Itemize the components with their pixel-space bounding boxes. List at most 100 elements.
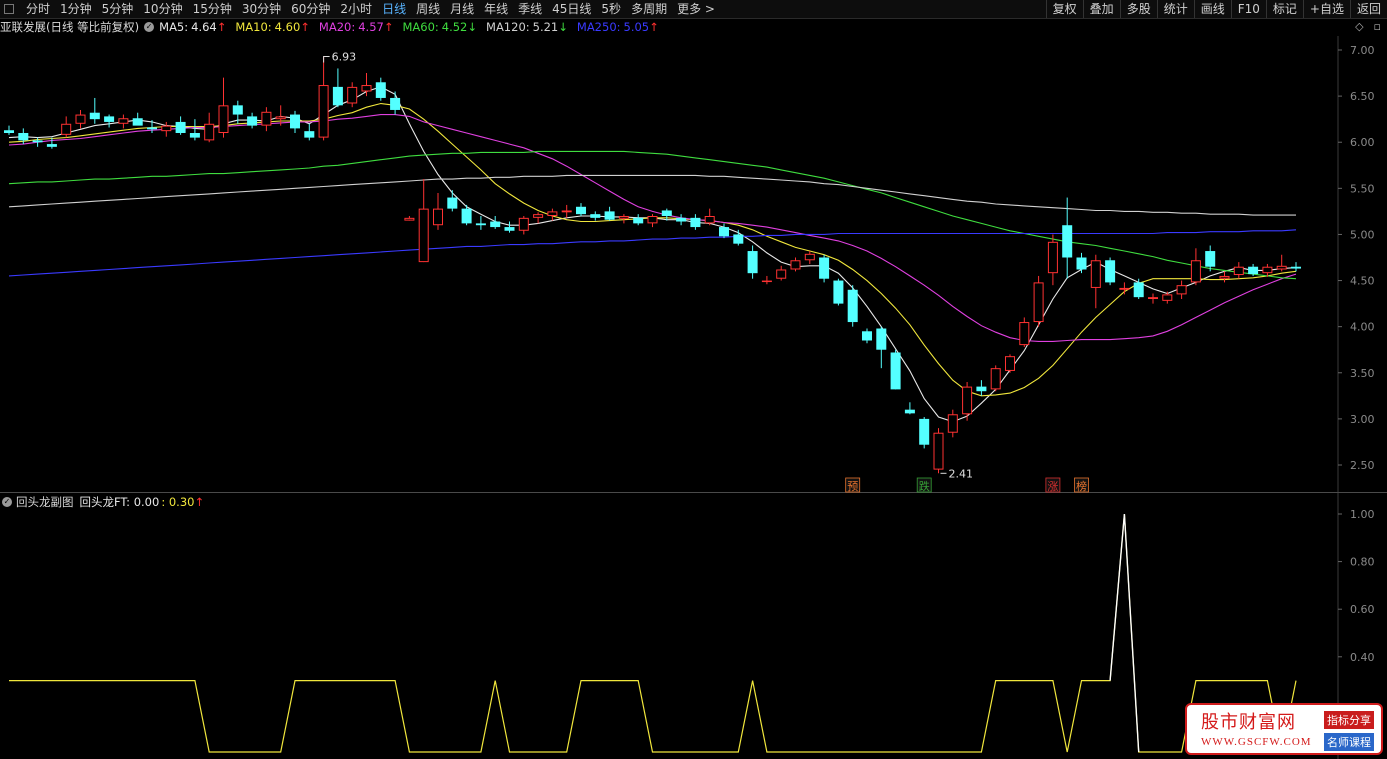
candle-body <box>1162 294 1173 301</box>
candle-body <box>1233 266 1244 276</box>
candle-body <box>75 114 86 124</box>
candle-body <box>275 116 286 120</box>
candle-body <box>1090 260 1101 288</box>
candle-body <box>247 116 258 126</box>
candle-body <box>332 86 343 106</box>
candle-body <box>1019 322 1030 346</box>
candle-body <box>232 105 243 115</box>
candle-body <box>547 211 558 216</box>
candle-body <box>718 227 730 237</box>
candle-body <box>1248 266 1259 275</box>
sub-y-tick-label: 0.80 <box>1350 556 1375 569</box>
candle-body <box>776 269 787 279</box>
candle-body <box>904 409 915 414</box>
candle-body <box>733 234 744 244</box>
candle-body <box>390 97 401 110</box>
candle-body <box>847 289 858 323</box>
candle-body <box>218 105 229 134</box>
candle-body <box>919 418 930 445</box>
watermark-tag-share: 指标分享 <box>1324 711 1374 729</box>
y-tick-label: 2.50 <box>1350 459 1375 472</box>
candle-body <box>647 216 658 224</box>
candle-body <box>46 144 57 147</box>
sub-y-tick-label: 1.00 <box>1350 508 1375 521</box>
candle-body <box>318 85 329 138</box>
ma-line-ma5 <box>8 86 1297 423</box>
candle-body <box>947 414 958 433</box>
signal-peak-line <box>1109 513 1140 753</box>
candle-body <box>661 210 672 216</box>
candle-body <box>590 214 601 218</box>
candle-body <box>804 253 815 261</box>
low-label: 2.41 <box>949 467 974 480</box>
candle-body <box>1076 257 1087 270</box>
candle-body <box>1147 297 1159 299</box>
candle-body <box>104 116 115 122</box>
candle-body <box>189 133 200 138</box>
watermark-logo: 股市财富网 WWW.GSCFW.COM 指标分享 名师课程 <box>1185 703 1383 755</box>
y-tick-label: 5.00 <box>1350 228 1375 241</box>
high-label: 6.93 <box>332 50 357 63</box>
candle-body <box>518 217 529 231</box>
candle-body <box>690 217 701 228</box>
kline-chart[interactable]: 7.00 6.50 6.00 5.50 5.00 4.50 4.00 3.50 3.00 2.50… <box>0 0 1387 759</box>
candle-body <box>1205 251 1216 267</box>
candle-body <box>89 112 100 120</box>
sub-y-tick-label: 0.60 <box>1350 603 1375 616</box>
candle-body <box>146 127 158 130</box>
event-marker-label: 涨 <box>1047 480 1058 493</box>
candle-body <box>790 260 801 270</box>
candle-body <box>976 386 987 392</box>
event-marker-label: 跌 <box>919 479 930 493</box>
candle-body <box>361 85 372 92</box>
y-tick-label: 5.50 <box>1350 182 1375 195</box>
candle-body <box>1004 356 1016 371</box>
candle-body <box>1105 260 1116 283</box>
candle-body <box>1047 241 1058 274</box>
ma-line-ma120 <box>8 174 1296 216</box>
candle-body <box>490 221 501 228</box>
candle-body <box>261 111 272 126</box>
candle-body <box>676 217 687 222</box>
candle-body <box>633 217 644 224</box>
candle-body <box>819 257 830 279</box>
candle-body <box>418 208 429 263</box>
candle-body <box>1133 282 1144 298</box>
candle-body <box>32 140 43 143</box>
candle-body <box>833 280 844 304</box>
candle-body <box>447 197 458 209</box>
candle-body <box>1062 225 1073 258</box>
candle-body <box>561 210 572 213</box>
candle-body <box>475 223 486 226</box>
candle-body <box>876 328 887 350</box>
candle-body <box>347 86 358 104</box>
candle-body <box>533 214 544 218</box>
y-tick-label: 4.00 <box>1350 321 1375 334</box>
candle-body <box>289 114 301 129</box>
candle-body <box>1276 265 1287 270</box>
candle-body <box>618 216 629 219</box>
candle-body <box>861 331 873 341</box>
candle-body <box>375 82 386 98</box>
y-tick-label: 3.00 <box>1350 413 1375 426</box>
ma-line-ma20 <box>8 114 1297 342</box>
candle-body <box>1219 275 1230 279</box>
candle-body <box>118 118 129 124</box>
candle-body <box>61 123 72 135</box>
candle-body <box>1176 285 1187 295</box>
candle-body <box>990 368 1001 390</box>
ma-line-ma250 <box>8 229 1297 277</box>
y-tick-label: 7.00 <box>1350 44 1375 57</box>
candle-body <box>747 251 758 274</box>
candle-body <box>504 227 515 231</box>
candle-body <box>461 208 472 224</box>
candle-body <box>1190 260 1201 283</box>
candle-body <box>575 206 587 215</box>
watermark-tag-course: 名师课程 <box>1324 733 1374 751</box>
event-marker-label: 榜 <box>1076 479 1087 493</box>
candle-body <box>132 118 143 126</box>
y-tick-label: 3.50 <box>1350 367 1375 380</box>
candle-body <box>890 352 901 390</box>
candle-body <box>962 386 973 415</box>
candle-body <box>161 125 172 132</box>
